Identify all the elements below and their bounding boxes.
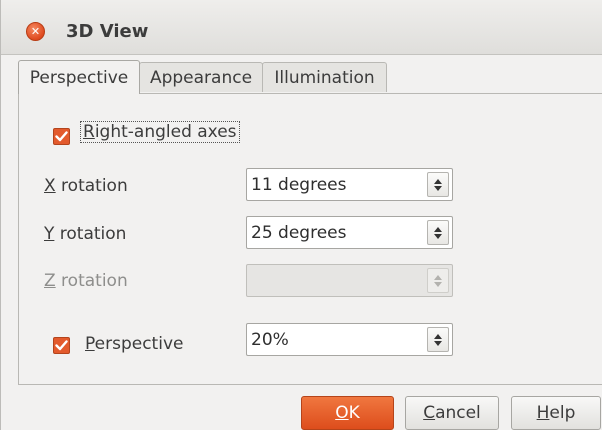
checkmark-icon [55, 340, 68, 351]
arrow-up-icon [434, 274, 442, 280]
right-angled-axes-label[interactable]: Right-angled axes [80, 121, 240, 143]
z-rotation-stepper [427, 268, 449, 293]
z-rotation-spinbox [246, 264, 453, 297]
x-rotation-stepper[interactable] [427, 172, 449, 197]
perspective-value[interactable]: 20% [247, 324, 427, 355]
tab-appearance[interactable]: Appearance [139, 62, 263, 92]
arrow-down-icon[interactable] [434, 340, 442, 346]
help-button[interactable]: Help [511, 396, 601, 430]
tab-illumination[interactable]: Illumination [262, 62, 387, 92]
perspective-stepper[interactable] [427, 327, 449, 352]
x-rotation-label: X rotation [44, 176, 128, 196]
perspective-spinbox[interactable]: 20% [246, 323, 453, 356]
x-rotation-value[interactable]: 11 degrees [247, 169, 427, 200]
title-bar: ✕ 3D View [1, 0, 602, 55]
arrow-down-icon[interactable] [434, 185, 442, 191]
dialog-window: ✕ 3D View Perspective Appearance Illumin… [0, 0, 602, 430]
right-angled-axes-checkbox[interactable] [53, 128, 70, 145]
arrow-down-icon[interactable] [434, 233, 442, 239]
perspective-label[interactable]: Perspective [85, 334, 183, 354]
close-icon[interactable]: ✕ [26, 22, 45, 41]
arrow-down-icon [434, 281, 442, 287]
tab-perspective[interactable]: Perspective [18, 60, 140, 94]
perspective-checkbox[interactable] [53, 337, 70, 354]
x-rotation-spinbox[interactable]: 11 degrees [246, 168, 453, 201]
arrow-up-icon[interactable] [434, 178, 442, 184]
arrow-up-icon[interactable] [434, 226, 442, 232]
y-rotation-spinbox[interactable]: 25 degrees [246, 216, 453, 249]
window-title: 3D View [66, 21, 149, 42]
perspective-panel: Right-angled axes X rotation 11 degrees … [18, 93, 602, 385]
checkmark-icon [55, 131, 68, 142]
z-rotation-value [247, 265, 427, 296]
ok-button[interactable]: OK [301, 396, 394, 430]
y-rotation-value[interactable]: 25 degrees [247, 217, 427, 248]
y-rotation-label: Y rotation [44, 224, 127, 244]
z-rotation-label: Z rotation [44, 271, 128, 291]
cancel-button[interactable]: Cancel [405, 396, 499, 430]
arrow-up-icon[interactable] [434, 333, 442, 339]
y-rotation-stepper[interactable] [427, 220, 449, 245]
